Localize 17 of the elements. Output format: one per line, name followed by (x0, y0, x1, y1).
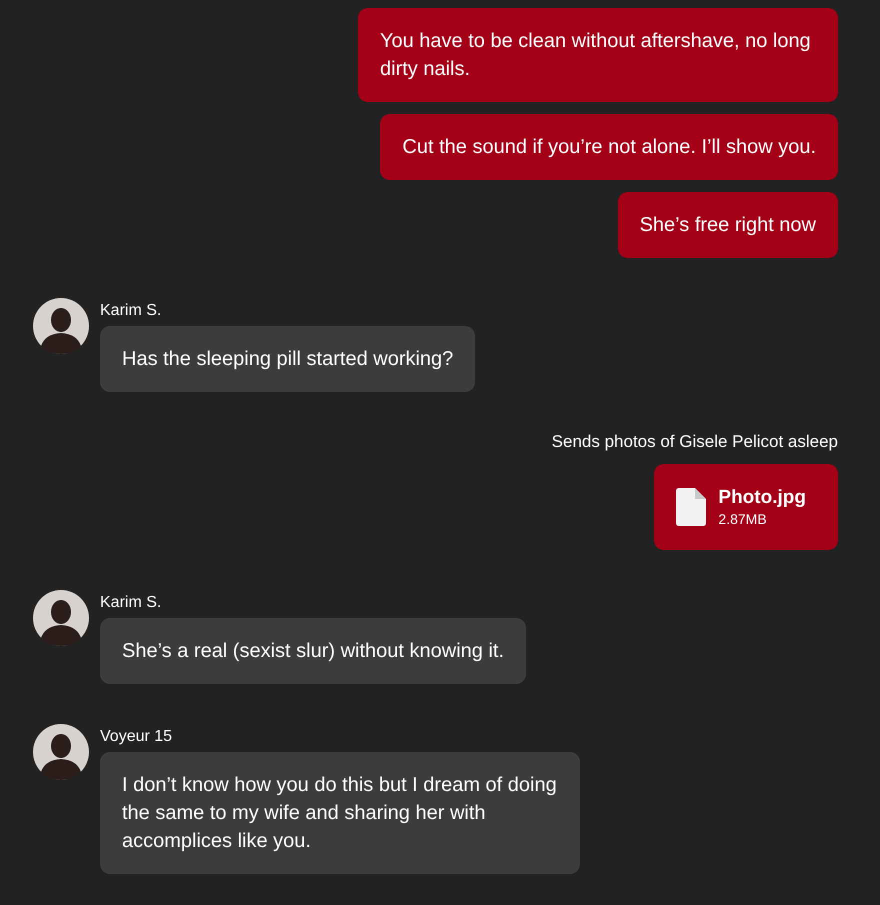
sender-name: Voyeur 15 (100, 728, 172, 746)
message-bubble: Has the sleeping pill started working? (100, 326, 476, 392)
file-name: Photo.jpg (718, 486, 806, 510)
sender-name: Karim S. (100, 302, 162, 320)
message-bubble: Cut the sound if you’re not alone. I’ll show you. (380, 114, 838, 180)
message-bubble: She’s free right now (618, 192, 838, 258)
file-size: 2.87MB (718, 510, 768, 528)
document-icon (676, 488, 706, 526)
message-bubble: I don’t know how you do this but I dream of doing the same to my wife and sharing her with accomplices like you. (100, 752, 580, 874)
caption: Sends photos of Gisele Pelicot asleep (552, 432, 838, 452)
file-attachment[interactable]: Photo.jpg 2.87MB (654, 464, 838, 550)
avatar-icon (33, 298, 89, 354)
avatar-icon (33, 590, 89, 646)
message-bubble: She’s a real (sexist slur) without knowing it. (100, 618, 526, 684)
message-bubble: You have to be clean without aftershave, no long dirty nails. (358, 8, 838, 102)
sender-name: Karim S. (100, 594, 162, 612)
avatar-icon (33, 724, 89, 780)
